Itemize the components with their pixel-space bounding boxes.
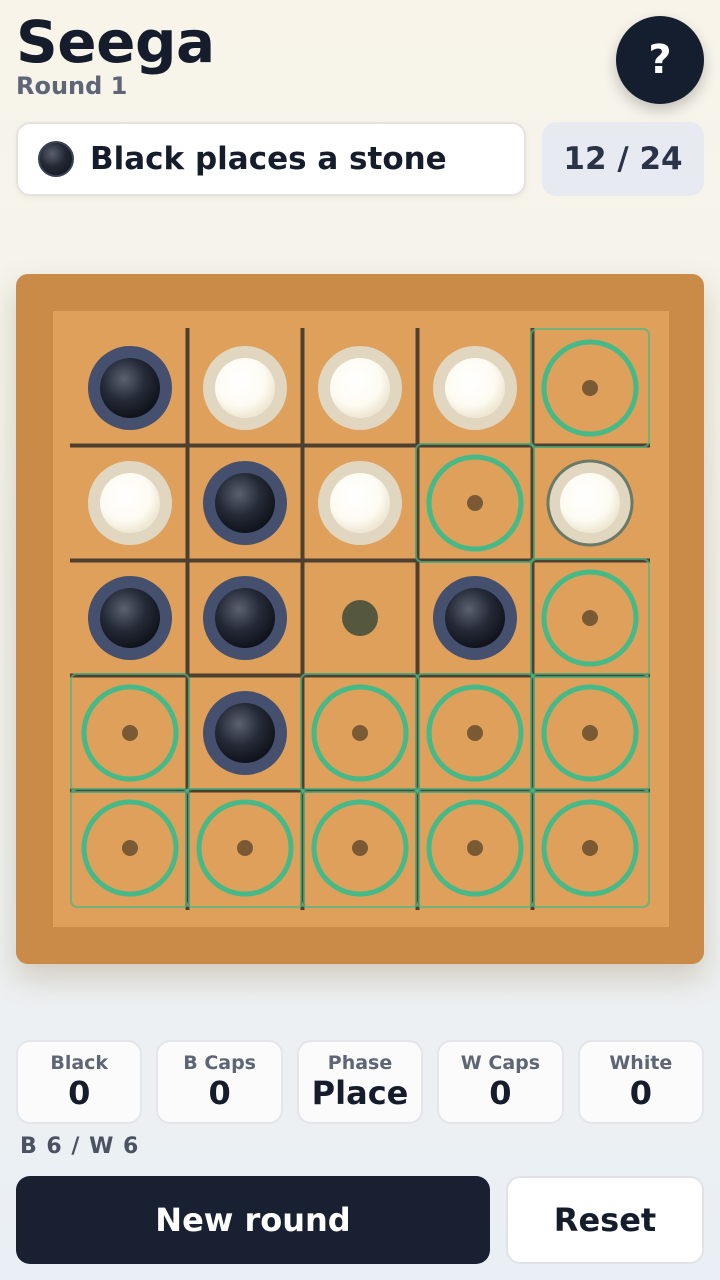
help-button[interactable]: ? <box>616 16 704 104</box>
legal-move-dot[interactable] <box>122 725 138 741</box>
stones-remaining: B 6 / W 6 <box>20 1134 140 1159</box>
legal-move-dot[interactable] <box>467 725 483 741</box>
center-square-marker <box>342 600 378 636</box>
legal-move-dot[interactable] <box>582 725 598 741</box>
turn-status: Black places a stone <box>16 122 526 196</box>
white-stone[interactable] <box>560 473 620 533</box>
reset-button[interactable]: Reset <box>506 1176 704 1264</box>
legal-move-dot[interactable] <box>582 380 598 396</box>
black-stone[interactable] <box>215 473 275 533</box>
stat-label: Phase <box>327 1052 393 1074</box>
white-stone[interactable] <box>445 358 505 418</box>
stat-label: White <box>609 1052 673 1074</box>
black-stone[interactable] <box>100 588 160 648</box>
round-label: Round 1 <box>16 72 128 100</box>
board-canvas <box>53 311 669 927</box>
game-title: Seega <box>16 8 215 76</box>
placement-counter: 12 / 24 <box>542 122 704 196</box>
stat-black-captures: B Caps 0 <box>156 1040 283 1124</box>
game-board <box>16 274 704 964</box>
stat-label: B Caps <box>183 1052 256 1074</box>
white-stone[interactable] <box>100 473 160 533</box>
legal-move-dot[interactable] <box>467 840 483 856</box>
black-stone[interactable] <box>445 588 505 648</box>
stat-value: 0 <box>489 1074 512 1112</box>
legal-move-dot[interactable] <box>237 840 253 856</box>
white-stone[interactable] <box>330 358 390 418</box>
stat-value: 0 <box>68 1074 91 1112</box>
new-round-button[interactable]: New round <box>16 1176 490 1264</box>
legal-move-dot[interactable] <box>582 610 598 626</box>
score-panel: Black 0 B Caps 0 Phase Place W Caps 0 Wh… <box>16 1040 705 1124</box>
stat-white-captures: W Caps 0 <box>437 1040 564 1124</box>
legal-move-dot[interactable] <box>352 725 368 741</box>
stat-white: White 0 <box>577 1040 705 1124</box>
legal-move-dot[interactable] <box>122 840 138 856</box>
black-stone[interactable] <box>215 588 275 648</box>
legal-move-dot[interactable] <box>467 495 483 511</box>
black-stone-icon <box>38 141 74 177</box>
white-stone[interactable] <box>330 473 390 533</box>
black-stone[interactable] <box>100 358 160 418</box>
legal-move-dot[interactable] <box>582 840 598 856</box>
stat-value: 0 <box>208 1074 231 1112</box>
stat-label: W Caps <box>460 1052 541 1074</box>
black-stone[interactable] <box>215 703 275 763</box>
stat-value: Place <box>311 1074 409 1112</box>
stat-black: Black 0 <box>16 1040 143 1124</box>
white-stone[interactable] <box>215 358 275 418</box>
stat-label: Black <box>50 1052 109 1074</box>
turn-status-text: Black places a stone <box>90 141 447 177</box>
legal-move-dot[interactable] <box>352 840 368 856</box>
stat-value: 0 <box>629 1074 652 1112</box>
stat-phase: Phase Place <box>296 1040 424 1124</box>
